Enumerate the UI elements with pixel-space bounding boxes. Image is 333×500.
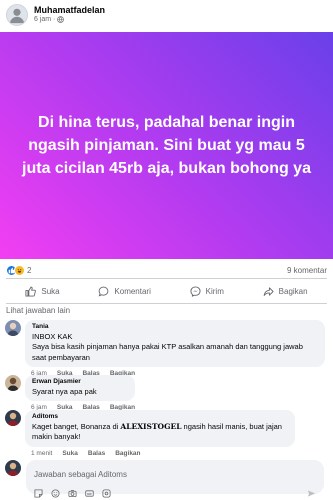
commenter-name[interactable]: Tania — [32, 323, 318, 332]
reaction-icons — [6, 264, 25, 276]
emoji-icon[interactable] — [51, 489, 60, 498]
comment-like-button[interactable]: Suka — [62, 450, 78, 457]
post-header: Muhamatfadelan 6 jam · — [0, 0, 333, 30]
comment-item: Tania INBOX KAK Saya bisa kasih pinjaman… — [5, 320, 325, 377]
like-label: Suka — [41, 286, 60, 296]
commenter-avatar[interactable] — [5, 410, 21, 426]
reaction-icons-group[interactable]: 2 — [6, 264, 32, 276]
share-button[interactable]: Bagikan — [255, 283, 316, 300]
comment-text: INBOX KAK — [32, 331, 73, 341]
comment-text: Saya bisa kasih pinjaman hanya pakai KTP… — [32, 342, 303, 362]
commenter-name[interactable]: Erwan Djasmier — [32, 378, 128, 387]
post-text: Di hina terus, padahal benar ingin ngasi… — [22, 113, 311, 178]
current-user-avatar[interactable] — [5, 460, 21, 476]
comment-text-start: Kaget banget, Bonanza di — [32, 421, 121, 431]
divider — [6, 303, 327, 304]
commenter-avatar[interactable] — [5, 375, 21, 391]
comment-share-button[interactable]: Bagikan — [115, 450, 140, 457]
reaction-count: 2 — [27, 265, 32, 275]
avatar-image — [9, 8, 25, 24]
comment-count[interactable]: 9 komentar — [287, 266, 327, 275]
reaction-summary: 2 9 komentar — [6, 263, 327, 277]
comment-bubble: Aditoms Kaget banget, Bonanza di ALEXIST… — [25, 410, 295, 447]
share-label: Bagikan — [278, 286, 308, 296]
divider — [6, 278, 327, 279]
composer-toolbar: GIF — [34, 489, 316, 498]
post-banner[interactable]: Di hina terus, padahal benar ingin ngasi… — [0, 32, 333, 259]
comment-item: Aditoms Kaget banget, Bonanza di ALEXIST… — [5, 410, 295, 457]
post-actions: Suka Komentari Kirim Bagikan — [6, 280, 327, 302]
haha-reaction-icon — [14, 264, 25, 276]
comment-button[interactable]: Komentari — [90, 283, 158, 300]
post-time[interactable]: 6 jam · — [34, 16, 55, 24]
comment-body: Tania INBOX KAK Saya bisa kasih pinjaman… — [25, 320, 325, 377]
reply-input[interactable] — [34, 470, 316, 479]
send-arrow-icon[interactable] — [307, 489, 316, 498]
camera-icon[interactable] — [68, 489, 77, 498]
globe-icon — [57, 16, 65, 24]
view-more-comments-link[interactable]: Lihat jawaban lain — [6, 306, 70, 315]
comment-bubble: Tania INBOX KAK Saya bisa kasih pinjaman… — [25, 320, 325, 368]
commenter-name[interactable]: Aditoms — [32, 413, 288, 422]
like-button[interactable]: Suka — [17, 283, 67, 300]
sticker-alt-icon[interactable] — [102, 489, 111, 498]
author-avatar[interactable] — [6, 4, 28, 26]
gif-icon[interactable]: GIF — [85, 489, 94, 498]
thumbs-up-icon — [25, 286, 37, 297]
comment-label: Komentari — [114, 286, 151, 296]
comment-time[interactable]: 1 menit — [31, 450, 52, 457]
messenger-icon — [190, 285, 201, 297]
sticker-icon[interactable] — [34, 489, 43, 498]
comment-bubble: Erwan Djasmier Syarat nya apa pak — [25, 375, 136, 402]
send-label: Kirim — [205, 286, 224, 296]
comment-body: Erwan Djasmier Syarat nya apa pak 6 jam … — [25, 375, 136, 411]
svg-text:GIF: GIF — [87, 492, 92, 496]
comment-item: Erwan Djasmier Syarat nya apa pak 6 jam … — [5, 375, 136, 411]
comment-text: Kaget banget, Bonanza di ALEXISTOGEL nga… — [32, 422, 288, 443]
reply-box: GIF — [26, 460, 324, 498]
send-button[interactable]: Kirim — [182, 283, 232, 300]
comment-body: Aditoms Kaget banget, Bonanza di ALEXIST… — [25, 410, 295, 457]
comment-text: Syarat nya apa pak — [32, 386, 97, 396]
share-arrow-icon — [263, 286, 274, 297]
speech-bubble-icon — [98, 286, 109, 297]
post-meta: 6 jam · — [34, 16, 105, 24]
comment-reply-button[interactable]: Balas — [88, 450, 105, 457]
comment-actions: 1 menit Suka Balas Bagikan — [31, 450, 295, 457]
author-name[interactable]: Muhamatfadelan — [34, 5, 105, 16]
commenter-avatar[interactable] — [5, 320, 21, 336]
comment-highlight: ALEXISTOGEL — [120, 421, 182, 431]
reply-composer: GIF — [5, 460, 328, 498]
author-block: Muhamatfadelan 6 jam · — [34, 5, 105, 24]
